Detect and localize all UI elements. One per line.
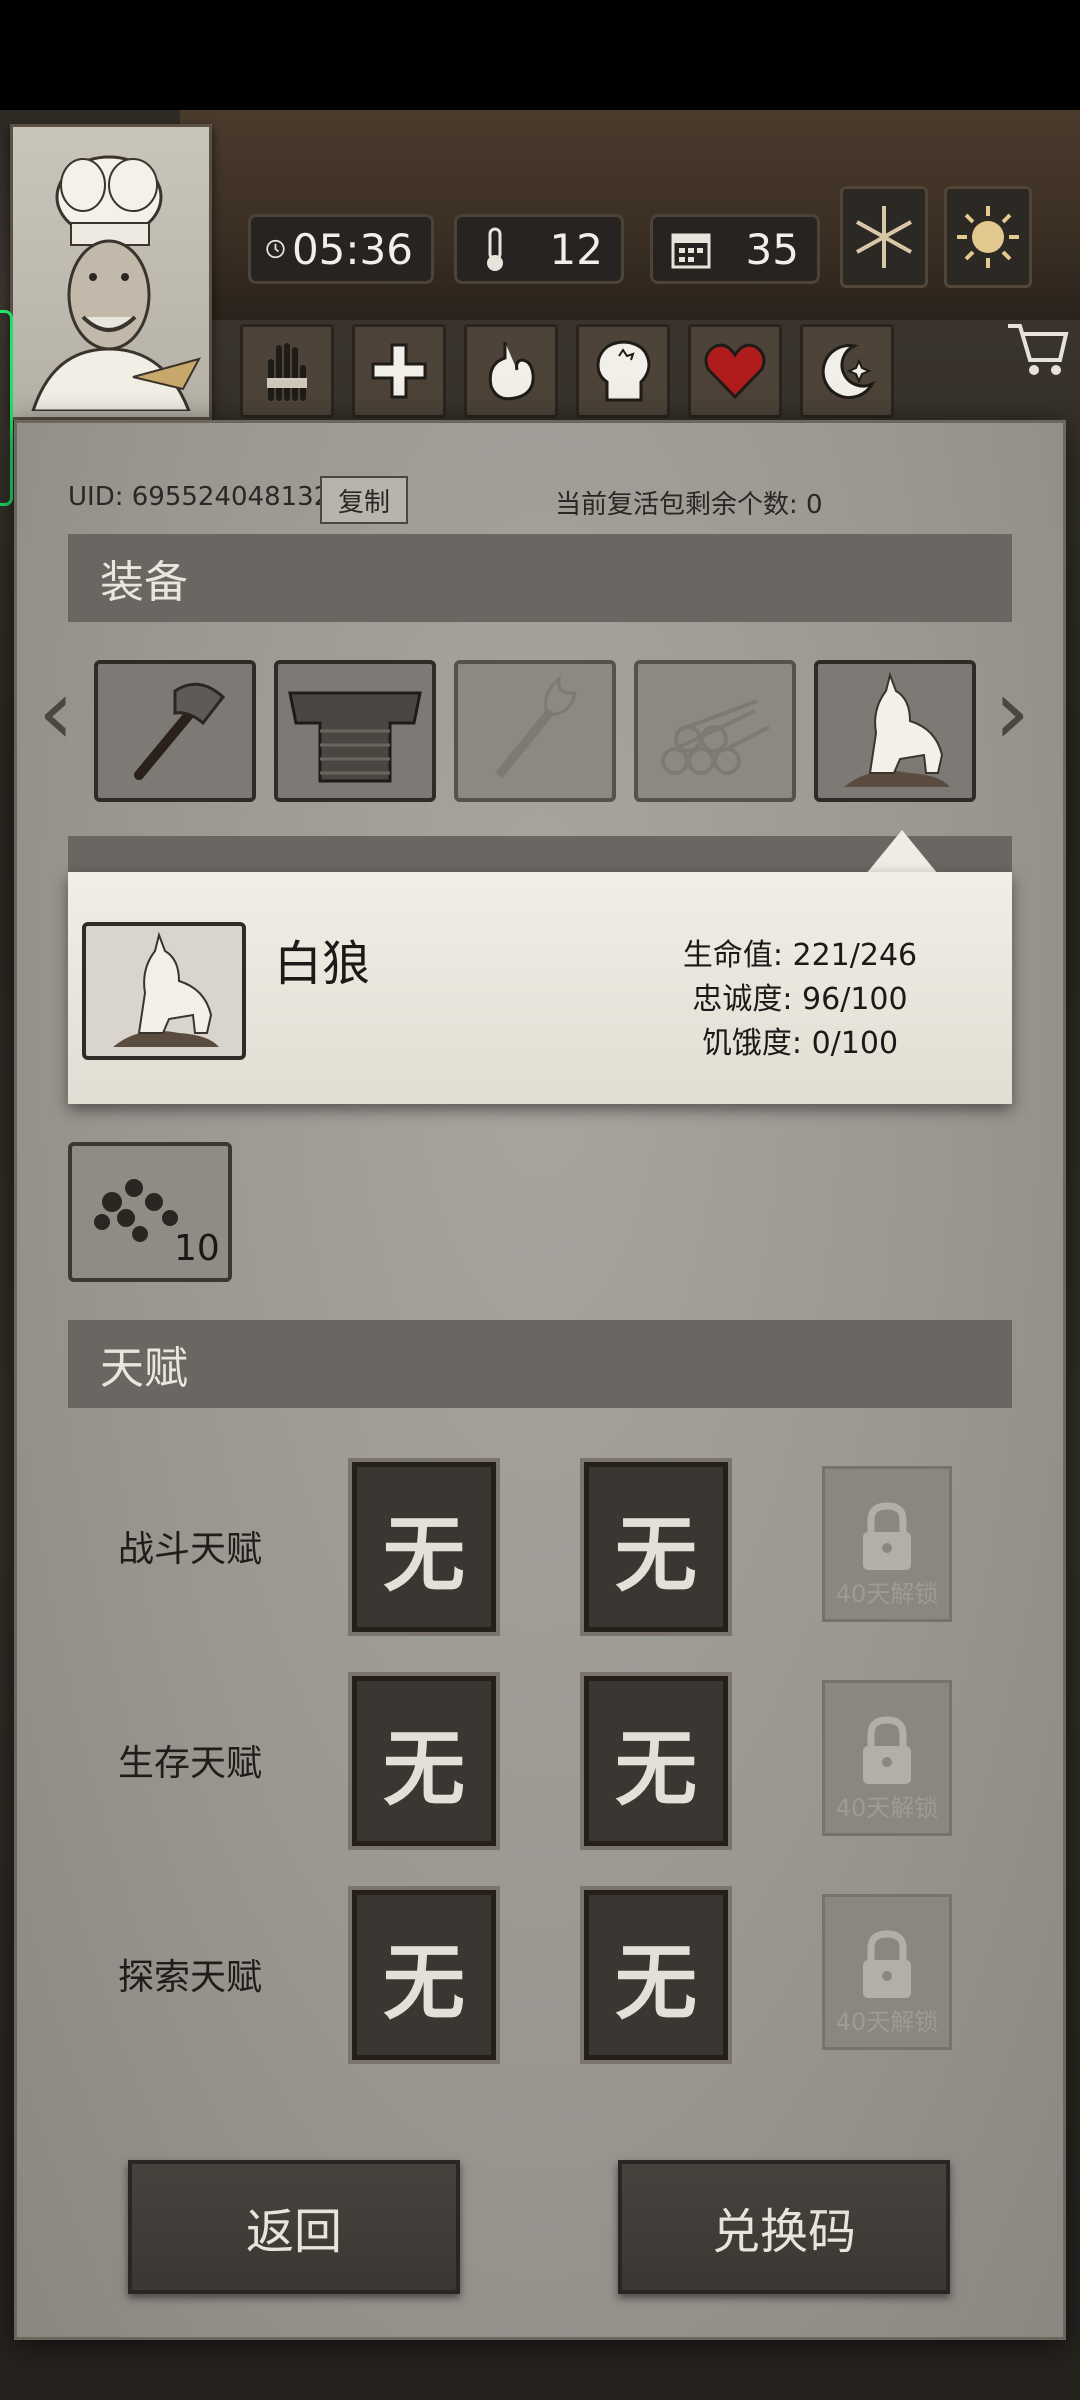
equipment-slot-axe[interactable] — [94, 660, 256, 802]
equipment-next-arrow[interactable]: › — [994, 660, 1030, 765]
health-stat-button[interactable] — [352, 324, 446, 418]
exploration-talent-label: 探索天赋 — [118, 1957, 263, 1998]
survival-talent-locked-slot[interactable]: 40天解锁 — [822, 1680, 952, 1836]
bag-item-count: 10 — [174, 1228, 220, 1269]
status-bar-area — [0, 0, 1080, 110]
hand-bandage-icon — [267, 343, 307, 401]
shopping-cart-icon — [1008, 324, 1069, 375]
torch-icon — [495, 675, 577, 778]
pet-name: 白狼 — [274, 936, 371, 992]
injury-stat-button[interactable] — [240, 324, 334, 418]
axe-icon — [134, 682, 226, 780]
sleep-stat-button[interactable] — [800, 324, 894, 418]
combat-talent-locked-slot[interactable]: 40天解锁 — [822, 1466, 952, 1622]
heart-stat-button[interactable] — [688, 324, 782, 418]
sun-weather-button[interactable] — [944, 186, 1032, 288]
equipment-header: 装备 — [68, 534, 1012, 622]
popup-pointer — [866, 830, 938, 874]
revive-pack-count: 当前复活包剩余个数: 0 — [555, 490, 823, 520]
moon-star-icon — [821, 344, 876, 399]
copy-uid-button[interactable]: 复制 — [320, 476, 408, 524]
uid-label: UID: 695524048132 — [68, 482, 331, 512]
unlock-hint: 40天解锁 — [835, 1580, 939, 1608]
snowflake-icon — [856, 206, 912, 268]
equipment-slot-torch[interactable] — [454, 660, 616, 802]
back-button[interactable]: 返回 — [128, 2160, 460, 2294]
white-wolf-icon — [113, 931, 219, 1047]
temperature-display: 12 — [454, 214, 624, 284]
sun-icon — [957, 206, 1019, 268]
survival-talent-label: 生存天赋 — [118, 1743, 263, 1784]
equipment-prev-arrow[interactable]: ‹ — [38, 660, 74, 765]
heart-icon — [704, 343, 766, 400]
stomach-icon — [488, 342, 535, 401]
snow-weather-button[interactable] — [840, 186, 928, 288]
plus-icon — [371, 343, 427, 399]
exploration-talent-slot-2[interactable]: 无 — [584, 1890, 728, 2060]
thermometer-icon — [487, 227, 503, 271]
chainmail-armor-icon — [288, 691, 422, 783]
day-counter: 35 — [650, 214, 820, 284]
pet-hunger: 饥饿度: 0/100 — [701, 1026, 899, 1061]
unlock-hint: 40天解锁 — [835, 1794, 939, 1822]
combat-talent-slot-2[interactable]: 无 — [584, 1462, 728, 1632]
time-value: 05:36 — [291, 224, 413, 274]
character-portrait[interactable] — [10, 124, 212, 420]
redeem-code-button[interactable]: 兑换码 — [618, 2160, 950, 2294]
lock-icon — [863, 1716, 911, 1784]
lock-icon — [863, 1930, 911, 1998]
survival-talent-slot-2[interactable]: 无 — [584, 1676, 728, 1846]
exploration-talent-slot-1[interactable]: 无 — [352, 1890, 496, 2060]
sanity-stat-button[interactable] — [576, 324, 670, 418]
equipment-slot-logs[interactable] — [634, 660, 796, 802]
equipment-slot-pet[interactable] — [814, 660, 976, 802]
exploration-talent-locked-slot[interactable]: 40天解锁 — [822, 1894, 952, 2050]
side-overlay-handle[interactable] — [0, 310, 13, 506]
survival-talent-slot-1[interactable]: 无 — [352, 1676, 496, 1846]
white-wolf-icon — [844, 671, 950, 787]
pet-health: 生命值: 221/246 — [682, 938, 918, 973]
talents-header: 天赋 — [68, 1320, 1012, 1408]
equipment-slot-armor[interactable] — [274, 660, 436, 802]
calendar-icon — [671, 233, 711, 269]
time-display: 05:36 — [248, 214, 434, 284]
unlock-hint: 40天解锁 — [835, 2008, 939, 2036]
head-brain-icon — [596, 340, 651, 402]
clock-icon — [266, 239, 285, 259]
combat-talent-slot-1[interactable]: 无 — [352, 1462, 496, 1632]
pet-portrait-frame — [82, 922, 246, 1060]
pet-loyalty: 忠诚度: 96/100 — [692, 982, 908, 1017]
hunger-stat-button[interactable] — [464, 324, 558, 418]
combat-talent-label: 战斗天赋 — [118, 1529, 263, 1570]
temperature-value: 12 — [549, 224, 603, 274]
logs-icon — [661, 699, 770, 775]
day-value: 35 — [745, 224, 799, 274]
chef-portrait-icon — [30, 155, 201, 413]
lock-icon — [863, 1502, 911, 1570]
shop-button[interactable] — [1004, 316, 1070, 382]
